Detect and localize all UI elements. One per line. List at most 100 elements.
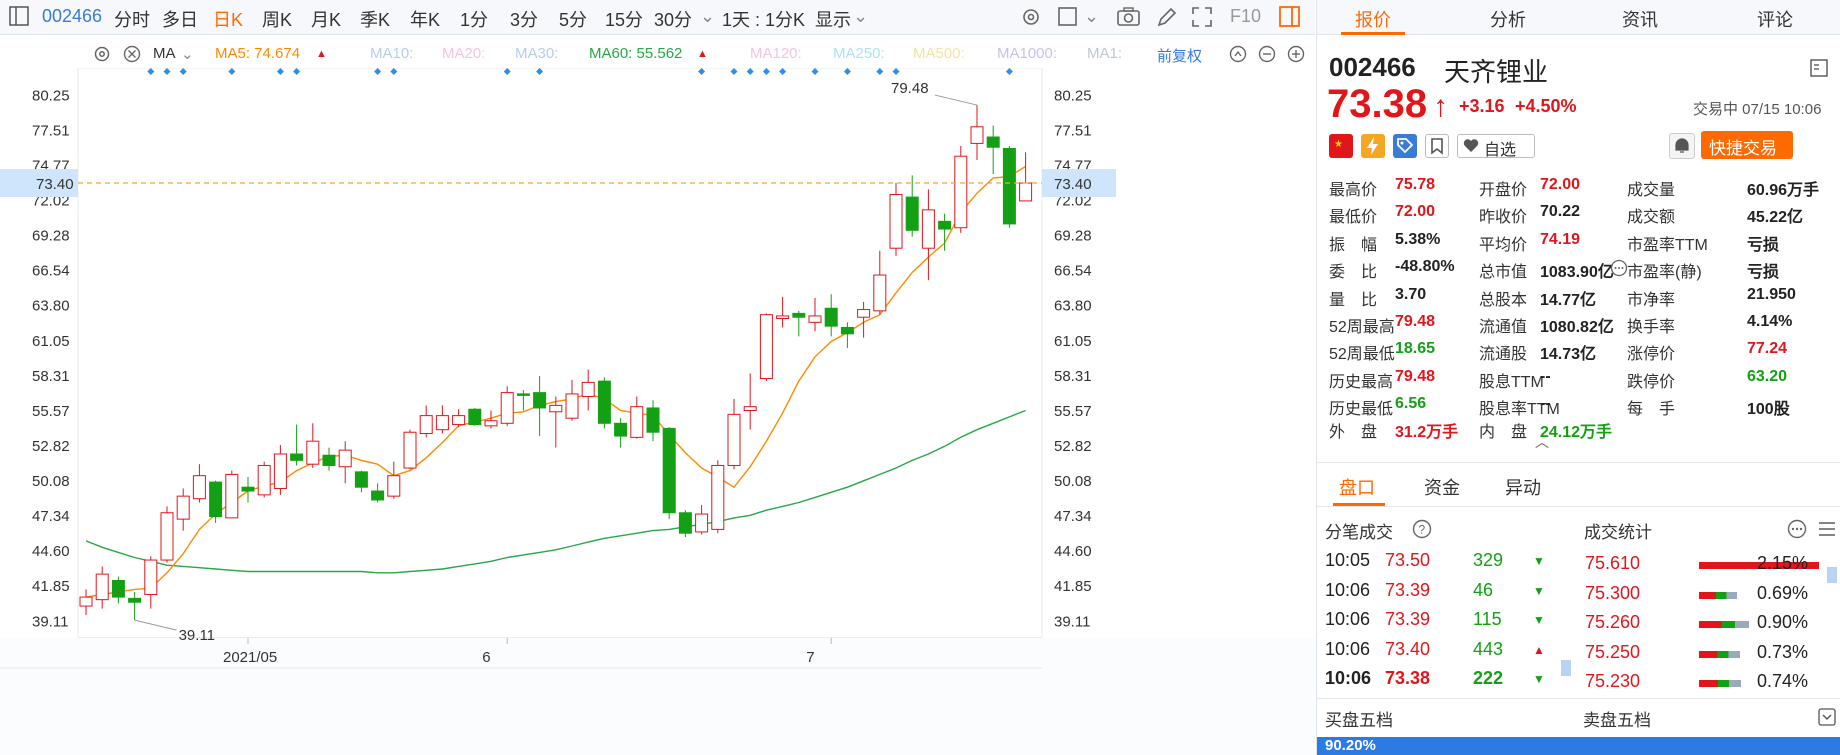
- candle[interactable]: [581, 369, 595, 411]
- period-tab-5min[interactable]: 5分: [559, 6, 587, 32]
- event-marker-dot[interactable]: [228, 68, 236, 75]
- candle[interactable]: [954, 145, 968, 233]
- candle[interactable]: [873, 250, 887, 315]
- tab-comments[interactable]: 评论: [1757, 6, 1793, 32]
- tag-icon[interactable]: [1393, 134, 1417, 158]
- checkbox-icon[interactable]: [1056, 5, 1080, 29]
- candle[interactable]: [970, 105, 984, 161]
- expand-up-icon[interactable]: ︿: [1535, 432, 1549, 452]
- event-marker-dot[interactable]: [779, 68, 787, 75]
- zoom-out-icon[interactable]: [1257, 44, 1277, 69]
- period-more-chevron-icon[interactable]: ⌄: [700, 6, 715, 27]
- collapse-panel-icon[interactable]: [1817, 707, 1837, 732]
- candle[interactable]: [387, 461, 401, 499]
- candle[interactable]: [403, 429, 417, 470]
- candle[interactable]: [306, 423, 320, 469]
- candle[interactable]: [192, 464, 206, 503]
- candle[interactable]: [921, 189, 935, 281]
- sidebar-toggle-icon[interactable]: [8, 5, 32, 29]
- camera-icon[interactable]: [1116, 5, 1140, 29]
- event-marker-dot[interactable]: [536, 68, 544, 75]
- quick-trade-button[interactable]: 快捷交易: [1701, 131, 1793, 159]
- event-marker-dot[interactable]: [843, 68, 851, 75]
- period-tab-yuek[interactable]: 月K: [311, 6, 341, 32]
- candle[interactable]: [95, 566, 109, 609]
- period-tab-niank[interactable]: 年K: [410, 6, 440, 32]
- event-marker-dot[interactable]: [293, 68, 301, 75]
- candle[interactable]: [711, 460, 725, 534]
- event-marker-dot[interactable]: [698, 68, 706, 75]
- market-cap-more-icon[interactable]: [1609, 258, 1629, 283]
- stats-scrollbar[interactable]: [1827, 567, 1837, 583]
- interval-select[interactable]: 1天 : 1分K: [722, 6, 805, 32]
- period-tab-fenshi[interactable]: 分时: [114, 6, 150, 32]
- candle[interactable]: [630, 396, 644, 439]
- tab-quote[interactable]: 报价: [1355, 6, 1391, 32]
- candle[interactable]: [290, 424, 304, 466]
- candle[interactable]: [938, 213, 952, 251]
- event-marker-dot[interactable]: [179, 68, 187, 75]
- period-tab-1min[interactable]: 1分: [460, 6, 488, 32]
- list-icon[interactable]: [1816, 518, 1838, 545]
- period-tab-zhouk[interactable]: 周K: [262, 6, 292, 32]
- ma-selector-chevron-icon[interactable]: ⌄: [181, 45, 194, 63]
- adjust-select[interactable]: 前复权: [1157, 45, 1202, 66]
- lightning-icon[interactable]: [1361, 134, 1385, 158]
- event-marker-dot[interactable]: [390, 68, 398, 75]
- period-tab-3min[interactable]: 3分: [510, 6, 538, 32]
- candle[interactable]: [241, 476, 255, 503]
- subtab-yidong[interactable]: 异动: [1505, 474, 1541, 500]
- candle[interactable]: [614, 418, 628, 448]
- event-marker-dot[interactable]: [1005, 68, 1013, 75]
- alert-bell-icon[interactable]: [1669, 133, 1695, 159]
- pencil-icon[interactable]: [1155, 5, 1179, 29]
- candle[interactable]: [662, 427, 676, 520]
- candle[interactable]: [273, 445, 287, 495]
- candle[interactable]: [678, 510, 692, 538]
- candle[interactable]: [176, 488, 190, 531]
- candle[interactable]: [257, 461, 271, 498]
- period-tab-30min[interactable]: 30分: [654, 6, 692, 32]
- display-menu[interactable]: 显示: [815, 6, 851, 32]
- candle[interactable]: [128, 591, 142, 621]
- ma-indicator-select[interactable]: MA: [153, 45, 176, 62]
- candle[interactable]: [792, 310, 806, 337]
- candle[interactable]: [549, 396, 563, 448]
- collapse-icon[interactable]: [1228, 44, 1248, 69]
- candle[interactable]: [776, 296, 790, 328]
- candle[interactable]: [435, 405, 449, 434]
- tab-analysis[interactable]: 分析: [1490, 6, 1526, 32]
- candle[interactable]: [565, 379, 579, 421]
- info-panel-icon[interactable]: [1809, 58, 1829, 83]
- help-icon[interactable]: ?: [1411, 518, 1433, 545]
- candle[interactable]: [160, 506, 174, 563]
- event-marker-dot[interactable]: [374, 68, 382, 75]
- display-chevron-icon[interactable]: ⌄: [853, 6, 868, 27]
- candle[interactable]: [111, 576, 125, 604]
- tab-news[interactable]: 资讯: [1622, 6, 1658, 32]
- candle[interactable]: [905, 175, 919, 237]
- candle[interactable]: [144, 556, 158, 609]
- fullscreen-icon[interactable]: [1190, 5, 1214, 29]
- panel-toggle-icon[interactable]: [1278, 5, 1302, 29]
- candle[interactable]: [808, 298, 822, 332]
- candle[interactable]: [1019, 152, 1033, 202]
- candle[interactable]: [452, 409, 466, 428]
- f10-button[interactable]: F10: [1230, 6, 1261, 27]
- candle[interactable]: [468, 407, 482, 426]
- event-marker-dot[interactable]: [147, 68, 155, 75]
- candle[interactable]: [889, 183, 903, 256]
- period-tab-duori[interactable]: 多日: [162, 6, 198, 32]
- candle[interactable]: [986, 125, 1000, 175]
- event-marker-dot[interactable]: [746, 68, 754, 75]
- zoom-in-icon[interactable]: [1286, 44, 1306, 69]
- candle[interactable]: [354, 470, 368, 493]
- more-options-icon[interactable]: [1786, 518, 1808, 545]
- candle[interactable]: [225, 470, 239, 519]
- candle[interactable]: [371, 483, 385, 503]
- event-marker-dot[interactable]: [163, 68, 171, 75]
- period-tab-15min[interactable]: 15分: [605, 6, 643, 32]
- kline-chart[interactable]: 80.25 80.2577.51 77.5174.77 74.7772.02 72.02…: [0, 68, 1315, 755]
- ma-settings-gear-icon[interactable]: [92, 44, 112, 69]
- candle[interactable]: [695, 505, 709, 535]
